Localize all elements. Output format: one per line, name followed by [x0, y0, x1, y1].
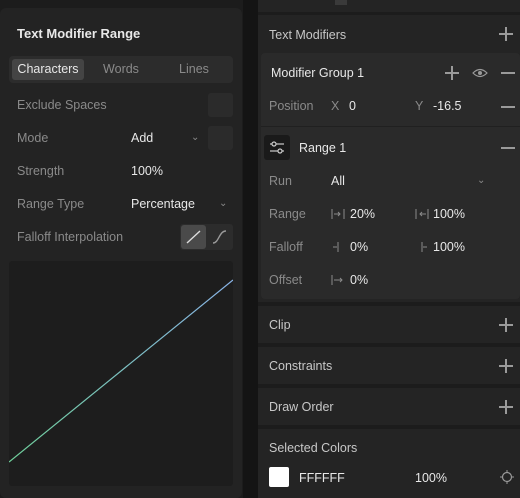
- falloff-curve: [8, 279, 234, 463]
- strength-value[interactable]: 100%: [131, 164, 163, 178]
- clip-title: Clip: [269, 318, 291, 332]
- exclude-spaces-checkbox[interactable]: [208, 93, 233, 117]
- offset-icon: [331, 275, 343, 285]
- selected-colors-section: Selected Colors FFFFFF 100%: [258, 429, 520, 498]
- smooth-interpolation-button[interactable]: [207, 225, 232, 249]
- add-clip-icon[interactable]: [499, 318, 513, 332]
- constraints-section[interactable]: Constraints: [258, 347, 520, 384]
- range-start-icon: [331, 209, 345, 219]
- run-label: Run: [269, 174, 292, 188]
- sliders-icon: [270, 141, 284, 154]
- add-constraint-icon[interactable]: [499, 359, 513, 373]
- tab-characters[interactable]: Characters: [12, 59, 84, 80]
- color-opacity-value[interactable]: 100%: [415, 471, 447, 485]
- add-draw-order-icon[interactable]: [499, 400, 513, 414]
- linear-curve-icon: [186, 230, 201, 244]
- falloff-start-icon: [333, 242, 339, 252]
- divider: [261, 126, 520, 127]
- range-type-select[interactable]: Percentage: [131, 197, 195, 211]
- modifier-group-card: Modifier Group 1 Position X 0 Y -16.5 Ra…: [261, 53, 520, 299]
- range-settings-button[interactable]: [264, 135, 290, 160]
- modifier-group-title: Modifier Group 1: [271, 66, 365, 80]
- text-modifiers-title: Text Modifiers: [269, 28, 347, 42]
- selected-colors-title: Selected Colors: [269, 441, 358, 455]
- add-range-icon[interactable]: [445, 66, 459, 80]
- range-type-chevron-down-icon: ⌄: [219, 198, 228, 209]
- offset-label: Offset: [269, 273, 303, 287]
- eye-icon[interactable]: [472, 67, 488, 79]
- add-text-modifier-icon[interactable]: [499, 27, 513, 41]
- draw-order-section[interactable]: Draw Order: [258, 388, 520, 425]
- falloff-end-icon: [421, 242, 427, 252]
- mode-label: Mode: [17, 131, 49, 145]
- strength-label: Strength: [17, 164, 65, 178]
- falloff-end-value[interactable]: 100%: [433, 240, 465, 254]
- run-chevron-down-icon: ⌄: [477, 175, 486, 186]
- text-modifier-range-panel: Text Modifier Range Characters Words Lin…: [0, 8, 242, 498]
- position-x-label: X: [331, 99, 340, 113]
- mode-select[interactable]: Add: [131, 131, 153, 145]
- position-label: Position: [269, 99, 314, 113]
- panel-divider: [243, 0, 258, 498]
- right-panel-top-strip: [258, 0, 520, 12]
- target-icon[interactable]: [500, 470, 514, 484]
- linear-interpolation-button[interactable]: [181, 225, 206, 249]
- color-hex-value[interactable]: FFFFFF: [299, 471, 345, 485]
- remove-group-icon[interactable]: [501, 66, 515, 80]
- run-select[interactable]: All: [331, 174, 345, 188]
- text-modifiers-section: Text Modifiers Modifier Group 1 Position…: [258, 15, 520, 302]
- unit-tabs: Characters Words Lines: [9, 56, 233, 83]
- falloff-start-value[interactable]: 0%: [350, 240, 368, 254]
- range-type-label: Range Type: [17, 197, 85, 211]
- range-label: Range: [269, 207, 306, 221]
- falloff-label: Falloff: [269, 240, 303, 254]
- mode-chevron-down-icon: ⌄: [191, 132, 200, 143]
- tab-lines[interactable]: Lines: [158, 59, 230, 80]
- position-y-value[interactable]: -16.5: [433, 99, 462, 113]
- interpolation-toggle: [180, 224, 233, 250]
- range-title: Range 1: [299, 141, 347, 155]
- exclude-spaces-label: Exclude Spaces: [17, 98, 107, 112]
- clip-section[interactable]: Clip: [258, 306, 520, 343]
- draw-order-title: Draw Order: [269, 400, 334, 414]
- constraints-title: Constraints: [269, 359, 333, 373]
- remove-range-icon[interactable]: [501, 141, 515, 155]
- offset-value[interactable]: 0%: [350, 273, 368, 287]
- partial-control: [335, 0, 347, 5]
- falloff-interpolation-label: Falloff Interpolation: [17, 230, 124, 244]
- color-swatch[interactable]: [269, 467, 289, 487]
- remove-position-icon[interactable]: [501, 100, 515, 114]
- smooth-curve-icon: [212, 230, 227, 244]
- falloff-curve-graph[interactable]: [8, 261, 234, 486]
- panel-title: Text Modifier Range: [17, 26, 141, 41]
- range-end-icon: [415, 209, 429, 219]
- position-x-value[interactable]: 0: [349, 99, 356, 113]
- tab-words[interactable]: Words: [85, 59, 157, 80]
- range-start-value[interactable]: 20%: [350, 207, 375, 221]
- mode-extra-toggle[interactable]: [208, 126, 233, 150]
- position-y-label: Y: [415, 99, 424, 113]
- range-end-value[interactable]: 100%: [433, 207, 465, 221]
